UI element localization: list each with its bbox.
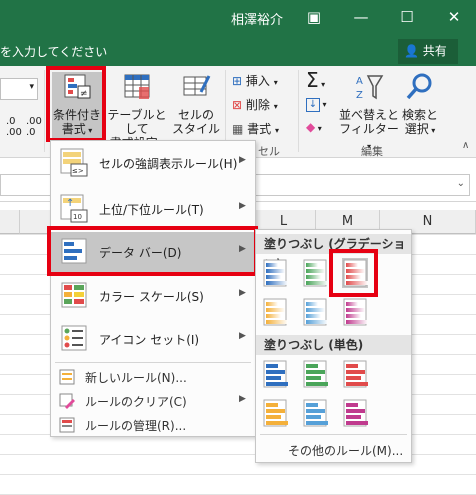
format-as-table-button[interactable]: テーブルとして 書式設定 ▾ (106, 72, 168, 150)
chevron-down-icon: ▾ (428, 126, 436, 135)
chevron-right-icon: ▶ (239, 201, 246, 211)
eraser-icon: ◆ (306, 120, 316, 134)
divider (298, 70, 299, 152)
menu-item-manage-rules[interactable]: ルールの管理(R)... (51, 414, 257, 436)
menu-item-new-rule[interactable]: 新しいルール(N)... (51, 366, 257, 388)
svg-text:A: A (356, 76, 363, 87)
new-rule-icon (59, 369, 75, 385)
menu-item-highlight-cells-rules[interactable]: ≤> セルの強調表示ルール(H) ▶ (51, 143, 257, 183)
red-highlight-ribbon (46, 66, 106, 142)
maximize-icon[interactable]: ☐ (396, 6, 418, 28)
title-bar: 相澤裕介 ▣ — ☐ ✕ (0, 0, 476, 36)
svg-text:10: 10 (73, 213, 82, 221)
chevron-right-icon: ▶ (239, 394, 246, 404)
icon-sets-icon (61, 325, 87, 351)
menu-separator (260, 434, 407, 435)
chevron-down-icon: ▾ (320, 100, 327, 109)
solid-fill-header: 塗りつぶし (単色) (256, 335, 411, 355)
chevron-down-icon: ▾ (315, 124, 322, 133)
menu-item-clear-rules[interactable]: ルールのクリア(C) ▶ (51, 390, 257, 412)
close-icon[interactable]: ✕ (443, 6, 465, 28)
ribbon-display-options-icon[interactable]: ▣ (303, 6, 325, 28)
top-bottom-rules-icon: ↑ 10 (60, 194, 88, 223)
autosum-button[interactable]: Σ ▾ (306, 68, 325, 92)
number-format-dropdown[interactable]: ▾ (0, 78, 38, 100)
tell-me-bar: を入力してください 👤 共有 (0, 36, 476, 66)
red-highlight-data-bars (47, 226, 258, 276)
svg-text:≤>: ≤> (72, 167, 84, 175)
chevron-down-icon: ▾ (275, 126, 280, 135)
group-label-cells: セル (258, 145, 280, 158)
fill-down-icon: ↓ (306, 98, 320, 112)
solid-red-data-bar[interactable] (342, 359, 368, 389)
gradient-light-blue-data-bar[interactable] (302, 297, 328, 327)
fill-button[interactable]: ↓ ▾ (306, 96, 327, 112)
share-label: 共有 (422, 44, 447, 58)
sort-filter-button[interactable]: A Z 並べ替えと フィルター ▾ (338, 72, 400, 151)
user-name: 相澤裕介 (231, 13, 284, 28)
clear-rules-icon (59, 393, 75, 409)
color-scales-icon (61, 282, 87, 308)
svg-text:↑: ↑ (66, 198, 74, 209)
share-button[interactable]: 👤 共有 (398, 39, 458, 64)
cell-styles-button[interactable]: セルの スタイル ▾ (170, 72, 222, 151)
collapse-ribbon-icon[interactable]: ∧ (462, 140, 469, 151)
tell-me-input[interactable]: を入力してください (0, 43, 107, 60)
format-button[interactable]: ▦ 書式 ▾ (232, 120, 279, 137)
menu-item-color-scales[interactable]: カラー スケール(S) ▶ (51, 276, 257, 316)
select-all-corner[interactable] (0, 210, 20, 234)
insert-icon: ⊞ (232, 74, 243, 88)
insert-button[interactable]: ⊞ 挿入 ▾ (232, 72, 278, 89)
manage-rules-icon (59, 417, 75, 433)
divider (44, 70, 45, 152)
chevron-down-icon: ▾ (29, 82, 34, 92)
gradient-blue-data-bar[interactable] (262, 258, 288, 288)
delete-icon: ⊠ (232, 98, 243, 112)
gradient-purple-data-bar[interactable] (342, 297, 368, 327)
find-select-button[interactable]: 検索と 選択 ▾ (400, 72, 440, 138)
decrease-decimal-button[interactable]: .00 .0 (26, 116, 42, 138)
magnifier-icon (406, 73, 432, 100)
group-label-editing: 編集 (361, 145, 383, 158)
clear-button[interactable]: ◆ ▾ (306, 120, 322, 134)
chevron-right-icon: ▶ (239, 331, 246, 341)
red-highlight-gradient-red (329, 249, 378, 297)
sort-filter-icon: A Z (356, 75, 384, 101)
format-as-table-icon (124, 74, 150, 99)
increase-decimal-button[interactable]: .0 .00 (6, 116, 22, 138)
menu-separator (55, 362, 251, 363)
solid-orange-data-bar[interactable] (262, 398, 288, 428)
solid-purple-data-bar[interactable] (342, 398, 368, 428)
chevron-down-icon: ▾ (273, 78, 278, 87)
delete-button[interactable]: ⊠ 削除 ▾ (232, 96, 278, 113)
chevron-down-icon: ⌄ (456, 178, 465, 189)
solid-green-data-bar[interactable] (302, 359, 328, 389)
solid-blue-data-bar[interactable] (262, 359, 288, 389)
sigma-icon: Σ (306, 68, 319, 92)
chevron-right-icon: ▶ (239, 288, 246, 298)
gradient-green-data-bar[interactable] (302, 258, 328, 288)
format-icon: ▦ (232, 122, 244, 136)
more-rules-link[interactable]: その他のルール(M)... (288, 442, 403, 459)
conditional-formatting-menu: ≤> セルの強調表示ルール(H) ▶ ↑ 10 上位/下位ルール(T) ▶ デー… (50, 140, 257, 437)
chevron-down-icon: ▾ (318, 80, 326, 89)
gradient-orange-data-bar[interactable] (262, 297, 288, 327)
svg-text:Z: Z (356, 90, 363, 101)
person-icon: 👤 (404, 44, 419, 58)
solid-light-blue-data-bar[interactable] (302, 398, 328, 428)
cell-styles-icon (183, 75, 211, 96)
chevron-right-icon: ▶ (239, 155, 246, 165)
menu-item-top-bottom-rules[interactable]: ↑ 10 上位/下位ルール(T) ▶ (51, 189, 257, 229)
menu-item-icon-sets[interactable]: アイコン セット(I) ▶ (51, 319, 257, 359)
minimize-icon[interactable]: — (350, 6, 372, 28)
chevron-down-icon: ▾ (273, 102, 278, 111)
highlight-cells-rules-icon: ≤> (60, 148, 88, 177)
